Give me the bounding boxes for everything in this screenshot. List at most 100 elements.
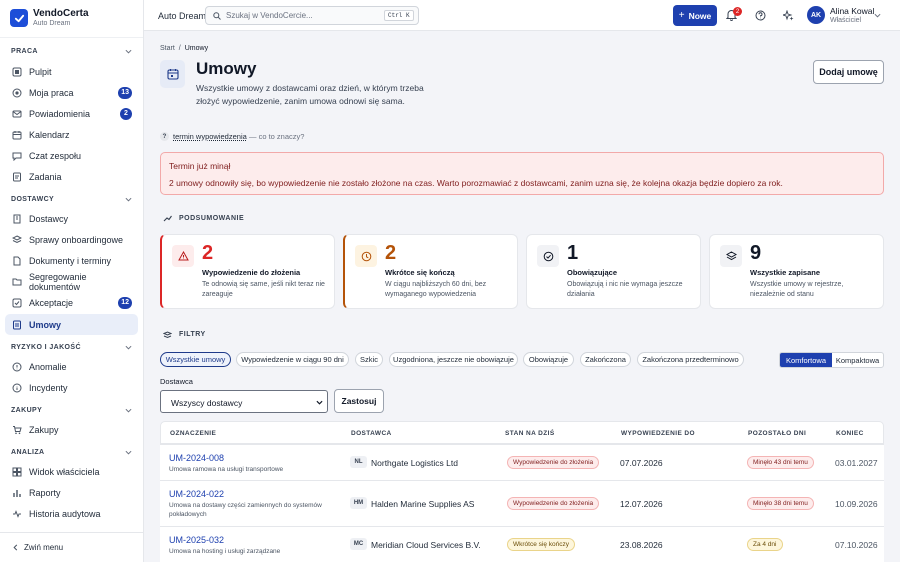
status-badge: Wypowiedzenie do złożenia xyxy=(507,456,600,469)
add-contract-button[interactable]: Dodaj umowę xyxy=(813,60,884,84)
sidebar-item-raporty[interactable]: Raporty xyxy=(5,482,138,503)
search-input[interactable]: Szukaj w VendoCercie... Ctrl K xyxy=(205,6,419,25)
chevron-down-icon xyxy=(316,399,323,406)
chevron-down-icon[interactable] xyxy=(874,12,881,19)
end-date: 07.10.2026 xyxy=(835,540,878,550)
question-icon: ? xyxy=(160,132,169,141)
vendor-name[interactable]: Halden Marine Supplies AS xyxy=(371,499,474,509)
column-header[interactable]: WYPOWIEDZENIE DO xyxy=(621,430,695,437)
sidebar-item-widok-wlasciciela[interactable]: Widok właściciela xyxy=(5,461,138,482)
alert-text: 2 umowy odnowiły się, bo wypowiedzenie n… xyxy=(169,178,783,188)
vendor-filter-label: Dostawca xyxy=(160,377,193,386)
column-header[interactable]: STAN NA DZIŚ xyxy=(505,430,555,437)
sidebar-item-akceptacje[interactable]: Akceptacje 12 xyxy=(5,292,138,313)
column-header[interactable]: DOSTAWCA xyxy=(351,430,392,437)
filter-pill-agreed[interactable]: Uzgodniona, jeszcze nie obowiązuje xyxy=(389,352,518,367)
sidebar-item-onboarding[interactable]: Sprawy onboardingowe xyxy=(5,229,138,250)
sparkles-icon[interactable] xyxy=(783,10,794,21)
notice-date: 12.07.2026 xyxy=(620,499,663,509)
sidebar-item-zadania[interactable]: Zadania xyxy=(5,166,138,187)
vendor-name[interactable]: Northgate Logistics Ltd xyxy=(371,458,458,468)
vendor-select[interactable]: Wszyscy dostawcy xyxy=(160,390,328,413)
summary-card-ending[interactable]: 2 Wkrótce się kończą W ciągu najbliższyc… xyxy=(343,234,518,309)
sidebar-item-historia[interactable]: Historia audytowa xyxy=(5,503,138,524)
filter-pill-notice-90[interactable]: Wypowiedzenie w ciągu 90 dni xyxy=(236,352,349,367)
density-compact[interactable]: Kompaktowa xyxy=(832,353,883,367)
sidebar-item-label: Anomalie xyxy=(29,361,67,372)
sidebar-item-anomalie[interactable]: Anomalie xyxy=(5,356,138,377)
workspace-name[interactable]: Auto Dream xyxy=(158,11,206,21)
filter-pill-all[interactable]: Wszystkie umowy xyxy=(160,352,231,367)
contract-id-link[interactable]: UM-2024-022 xyxy=(169,489,224,499)
chevron-down-icon[interactable] xyxy=(125,407,132,414)
sidebar-item-powiadomienia[interactable]: Powiadomienia 2 xyxy=(5,103,138,124)
search-placeholder: Szukaj w VendoCercie... xyxy=(226,11,313,20)
sidebar-item-label: Moja praca xyxy=(29,87,74,98)
summary-card-active[interactable]: 1 Obowiązujące Obowiązują i nic nie wyma… xyxy=(526,234,701,309)
chevron-down-icon[interactable] xyxy=(125,196,132,203)
chevron-down-icon[interactable] xyxy=(125,48,132,55)
avatar[interactable]: AK xyxy=(807,6,825,24)
summary-card-all[interactable]: 9 Wszystkie zapisane Wszystkie umowy w r… xyxy=(709,234,884,309)
column-header[interactable]: KONIEC xyxy=(836,430,864,437)
table-row[interactable]: UM-2025-032 Umowa na hosting i usługi za… xyxy=(160,526,884,562)
page-icon xyxy=(160,60,185,88)
contract-icon xyxy=(12,320,22,330)
target-icon xyxy=(12,88,22,98)
filter-pill-active[interactable]: Obowiązuje xyxy=(523,352,574,367)
sidebar-item-incydenty[interactable]: Incydenty xyxy=(5,377,138,398)
sidebar-item-kalendarz[interactable]: Kalendarz xyxy=(5,124,138,145)
column-header[interactable]: OZNACZENIE xyxy=(170,430,216,437)
filter-pill-ended[interactable]: Zakończona xyxy=(580,352,631,367)
sidebar-item-label: Sprawy onboardingowe xyxy=(29,234,124,245)
help-suffix: — co to znaczy? xyxy=(249,132,305,141)
sidebar-item-umowy[interactable]: Umowy xyxy=(5,314,138,335)
chevron-down-icon[interactable] xyxy=(125,449,132,456)
table-row[interactable]: UM-2024-022 Umowa na dostawy części zami… xyxy=(160,480,884,526)
building-icon xyxy=(12,214,22,224)
breadcrumb-separator: / xyxy=(178,45,181,52)
help-icon[interactable] xyxy=(755,10,766,21)
contract-id-link[interactable]: UM-2024-008 xyxy=(169,453,224,463)
density-comfortable[interactable]: Komfortowa xyxy=(780,353,832,367)
apply-button[interactable]: Zastosuj xyxy=(334,389,384,413)
sidebar-item-pulpit[interactable]: Pulpit xyxy=(5,61,138,82)
sidebar-item-moja-praca[interactable]: Moja praca 13 xyxy=(5,82,138,103)
breadcrumb-home[interactable]: Start xyxy=(160,45,175,52)
user-name[interactable]: Alina Kowal xyxy=(830,6,874,16)
new-button[interactable]: + Nowe xyxy=(673,5,717,26)
help-term-link[interactable]: termin wypowiedzenia xyxy=(173,132,247,141)
vendor-name[interactable]: Meridian Cloud Services B.V. xyxy=(371,540,481,550)
chevron-down-icon[interactable] xyxy=(125,344,132,351)
sidebar-item-dostawcy[interactable]: Dostawcy xyxy=(5,208,138,229)
sidebar-item-label: Powiadomienia xyxy=(29,108,91,119)
filter-pill-draft[interactable]: Szkic xyxy=(355,352,383,367)
sidebar-item-zakupy[interactable]: Zakupy xyxy=(5,419,138,440)
summary-desc: Wszystkie umowy w rejestrze, niezależnie… xyxy=(750,281,844,298)
summary-heading: PODSUMOWANIE xyxy=(179,215,245,222)
contract-description: Umowa ramowa na usługi transportowe xyxy=(169,466,284,473)
summary-title: Wszystkie zapisane xyxy=(750,268,821,277)
check-square-icon xyxy=(12,298,22,308)
sidebar-item-segregowanie[interactable]: Segregowanie dokumentów xyxy=(5,271,138,292)
collapse-menu-button[interactable]: Zwiń menu xyxy=(0,532,143,562)
table-row[interactable]: UM-2024-008 Umowa ramowa na usługi trans… xyxy=(160,444,884,480)
column-header[interactable]: POZOSTAŁO DNI xyxy=(748,430,806,437)
brand[interactable]: VendoCerta Auto Dream xyxy=(10,8,89,28)
filter-pill-ended-early[interactable]: Zakończona przedterminowo xyxy=(637,352,744,367)
sidebar-item-czat[interactable]: Czat zespołu xyxy=(5,145,138,166)
sidebar-item-label: Widok właściciela xyxy=(29,466,100,477)
folder-icon xyxy=(12,277,22,287)
remaining-badge: Minęło 43 dni temu xyxy=(747,456,814,469)
sidebar-item-dokumenty[interactable]: Dokumenty i terminy xyxy=(5,250,138,271)
sidebar-item-label: Akceptacje xyxy=(29,297,74,308)
summary-card-notice[interactable]: 2 Wypowiedzenie do złożenia Te odnowią s… xyxy=(160,234,335,309)
summary-title: Obowiązujące xyxy=(567,268,618,277)
alert-circle-icon xyxy=(12,362,22,372)
summary-desc: W ciągu najbliższych 60 dni, bez wymagan… xyxy=(385,281,487,298)
trend-icon xyxy=(163,214,172,222)
remaining-badge: Za 4 dni xyxy=(747,538,783,551)
contract-id-link[interactable]: UM-2025-032 xyxy=(169,535,224,545)
sidebar-item-label: Kalendarz xyxy=(29,129,70,140)
calendar-icon xyxy=(166,68,179,80)
